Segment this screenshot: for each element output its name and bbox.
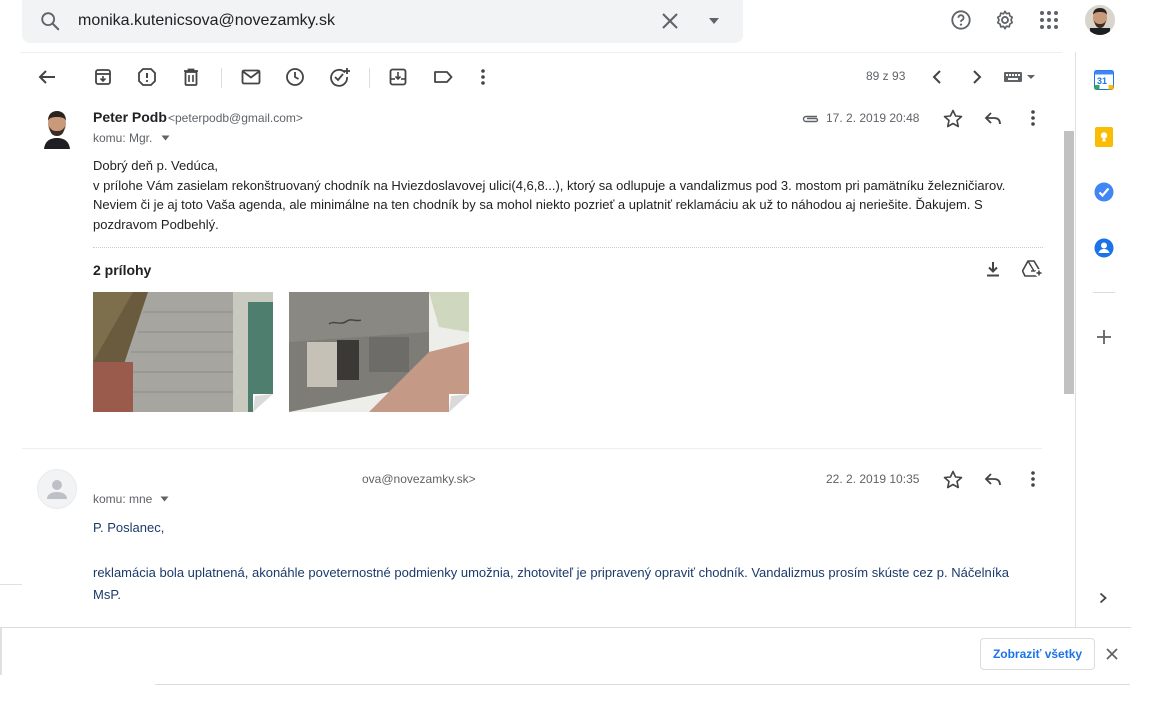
message-body: reklamácia bola uplatnená, akonáhle pove… <box>93 565 1010 580</box>
more-icon[interactable] <box>1021 106 1045 130</box>
message-greeting: P. Poslanec, <box>93 520 165 535</box>
search-box[interactable]: monika.kutenicsova@novezamky.sk <box>22 0 743 43</box>
tasks-icon[interactable] <box>1094 182 1114 202</box>
search-input[interactable]: monika.kutenicsova@novezamky.sk <box>78 12 335 30</box>
toolbar-divider <box>221 68 222 88</box>
body-line: Neviem či je aj toto Vaša agenda, ale mi… <box>93 197 983 212</box>
delete-icon[interactable] <box>179 65 203 89</box>
toolbar-divider <box>369 68 370 88</box>
close-icon[interactable] <box>1106 648 1118 660</box>
sender-email: <peterpodb@gmail.com> <box>168 111 303 125</box>
keep-icon[interactable] <box>1095 127 1113 147</box>
back-icon[interactable] <box>35 65 59 89</box>
calendar-day: 31 <box>1097 76 1108 86</box>
archive-icon[interactable] <box>91 65 115 89</box>
download-icon[interactable] <box>981 257 1005 281</box>
recipient-details-icon[interactable] <box>161 135 170 141</box>
downloads-bar-edge <box>0 627 2 675</box>
recipient-line: komu: mne <box>93 492 153 506</box>
top-bar: monika.kutenicsova@novezamky.sk <box>0 0 1169 52</box>
add-icon[interactable] <box>1097 330 1111 344</box>
message-date: 22. 2. 2019 10:35 <box>826 472 920 486</box>
snooze-icon[interactable] <box>283 65 307 89</box>
reply-icon[interactable] <box>981 106 1005 130</box>
spam-icon[interactable] <box>135 65 159 89</box>
attachments-title: 2 prílohy <box>93 262 152 278</box>
move-to-icon[interactable] <box>386 65 410 89</box>
left-edge-line <box>0 584 22 585</box>
attachment-thumbnail[interactable] <box>93 292 273 412</box>
bottom-divider <box>155 684 1130 685</box>
scrollbar-thumb[interactable] <box>1064 131 1074 394</box>
more-icon[interactable] <box>471 65 495 89</box>
label-icon[interactable] <box>431 65 455 89</box>
sender-email: ova@novezamky.sk> <box>362 472 476 486</box>
message-body: Dobrý deň p. Vedúca, v prílohe Vám zasie… <box>93 156 1043 234</box>
apps-icon[interactable] <box>1037 8 1061 32</box>
side-panel-divider <box>1093 292 1115 293</box>
recipient-details-icon[interactable] <box>160 496 169 502</box>
sender-name: Peter Podb <box>93 109 167 125</box>
message-date: 17. 2. 2019 20:48 <box>826 111 920 125</box>
attachment-thumbnail[interactable] <box>289 292 469 412</box>
next-icon[interactable] <box>965 65 989 89</box>
sender-avatar[interactable] <box>40 107 74 149</box>
body-line: Dobrý deň p. Vedúca, <box>93 158 219 173</box>
recipient-line: komu: Mgr. <box>93 131 153 145</box>
prev-icon[interactable] <box>925 65 949 89</box>
star-icon[interactable] <box>941 467 965 491</box>
more-icon[interactable] <box>1021 467 1045 491</box>
search-icon[interactable] <box>38 9 62 33</box>
message-toolbar: 89 z 93 <box>20 52 1062 100</box>
message-divider <box>22 448 1042 449</box>
keyboard-icon[interactable] <box>1002 65 1038 89</box>
add-task-icon[interactable] <box>328 65 352 89</box>
page-count: 89 z 93 <box>866 69 906 83</box>
dropdown-icon[interactable] <box>702 9 726 33</box>
expand-icon[interactable] <box>1099 592 1107 604</box>
body-line: pozdravom Podbehlý. <box>93 216 219 232</box>
attachments-divider <box>93 247 1043 248</box>
show-all-button[interactable]: Zobraziť všetky <box>980 638 1095 670</box>
message-body: MsP. <box>93 587 121 602</box>
settings-icon[interactable] <box>993 8 1017 32</box>
contacts-icon[interactable] <box>1094 238 1114 258</box>
downloads-bar <box>0 627 1131 685</box>
help-icon[interactable] <box>949 8 973 32</box>
sender-avatar[interactable] <box>37 469 77 509</box>
star-icon[interactable] <box>941 106 965 130</box>
drive-icon[interactable] <box>1021 257 1045 281</box>
account-avatar[interactable] <box>1085 5 1115 35</box>
clear-icon[interactable] <box>658 9 682 33</box>
reply-icon[interactable] <box>981 467 1005 491</box>
paperclip-icon <box>801 113 819 123</box>
body-line: v prílohe Vám zasielam rekonštruovaný ch… <box>93 177 1006 193</box>
mark-unread-icon[interactable] <box>239 65 263 89</box>
